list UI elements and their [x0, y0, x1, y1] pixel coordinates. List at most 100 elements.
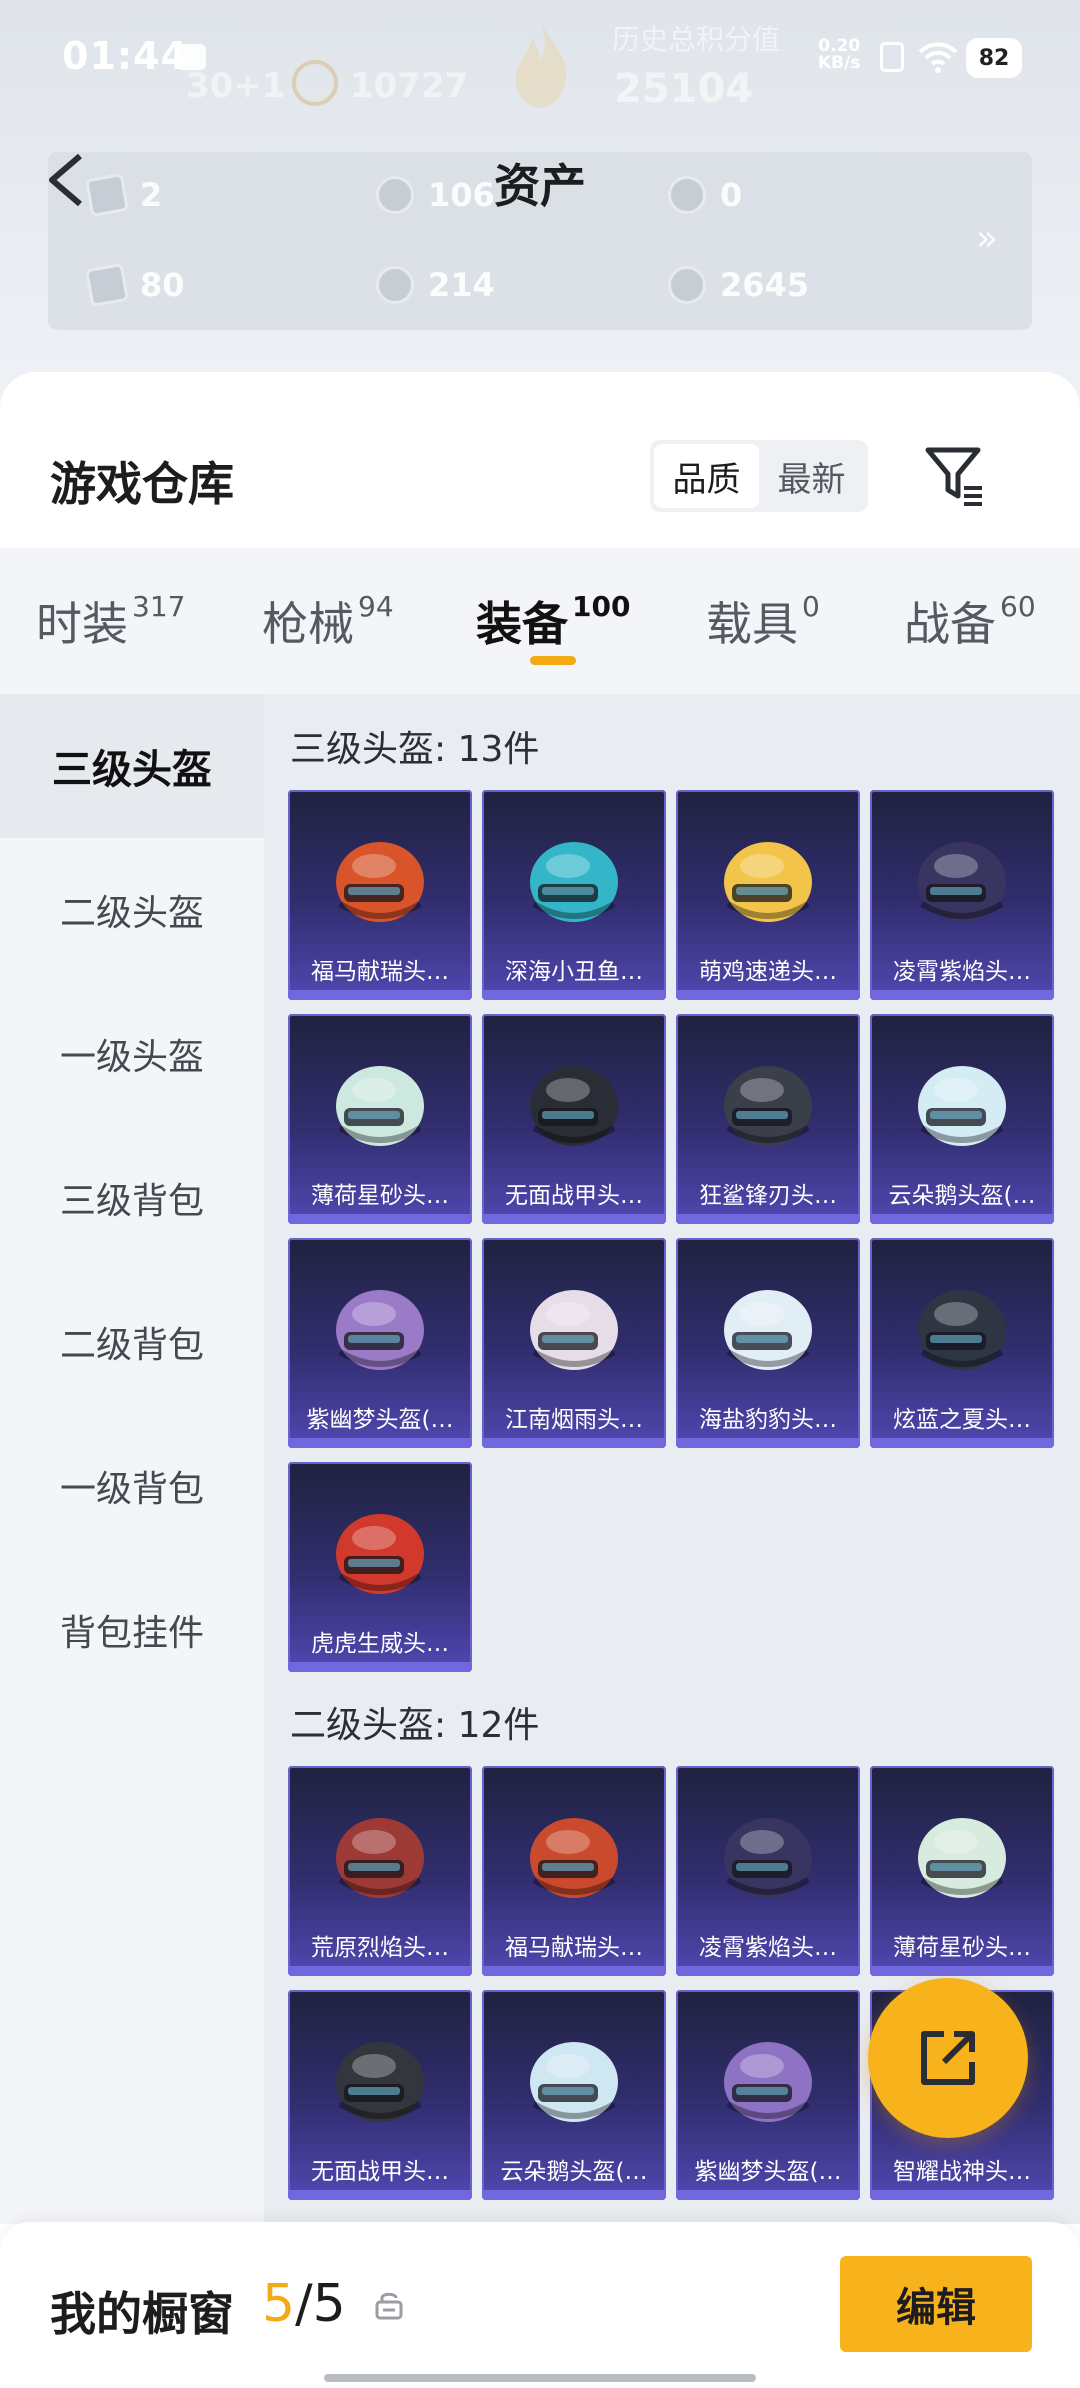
- showcase-separator: /: [295, 2274, 313, 2334]
- sidebar-item-level3-helmet[interactable]: 三级头盔: [0, 694, 264, 838]
- item-card[interactable]: 江南烟雨头…: [482, 1238, 666, 1448]
- item-card[interactable]: 薄荷星砂头…: [288, 1014, 472, 1224]
- edit-button[interactable]: 编辑: [840, 2256, 1032, 2352]
- tab-vehicles[interactable]: 载具 0: [706, 588, 820, 654]
- asset-value: 80: [140, 266, 185, 304]
- status-time: 01:44: [62, 34, 188, 78]
- helmet-icon: [918, 1290, 1006, 1370]
- tab-combat-gear[interactable]: 战备 60: [904, 588, 1036, 654]
- tab-label: 战备: [904, 597, 996, 651]
- item-name: 海盐豹豹头…: [699, 1407, 837, 1433]
- item-card[interactable]: 无面战甲头…: [482, 1014, 666, 1224]
- item-name: 江南烟雨头…: [505, 1407, 643, 1433]
- helmet-icon: [724, 2042, 812, 2122]
- item-card[interactable]: 福马献瑞头…: [288, 790, 472, 1000]
- item-card[interactable]: 无面战甲头…: [288, 1990, 472, 2200]
- item-card[interactable]: 深海小丑鱼…: [482, 790, 666, 1000]
- helmet-icon: [724, 1818, 812, 1898]
- tab-label: 枪械: [262, 597, 354, 651]
- item-name: 紫幽梦头盔(…: [694, 2159, 842, 2185]
- helmet-icon: [918, 842, 1006, 922]
- network-speed-unit: KB/s: [818, 53, 861, 73]
- item-card[interactable]: 狂鲨锋刃头…: [676, 1014, 860, 1224]
- tab-equipment[interactable]: 装备 100: [476, 588, 630, 654]
- asset-item: 2645: [668, 266, 809, 304]
- item-card[interactable]: 荒原烈焰头…: [288, 1766, 472, 1976]
- item-name: 智耀战神头…: [893, 2159, 1031, 2185]
- gold-coin-icon: [668, 266, 706, 304]
- share-button[interactable]: [868, 1978, 1028, 2138]
- item-card[interactable]: 虎虎生威头…: [288, 1462, 472, 1672]
- helmet-icon: [530, 842, 618, 922]
- asset-item: 214: [376, 266, 495, 304]
- item-card[interactable]: 紫幽梦头盔(…: [288, 1238, 472, 1448]
- tab-count: 94: [358, 590, 394, 623]
- item-name: 云朵鹅头盔(…: [500, 2159, 648, 2185]
- sort-quality-button[interactable]: 品质: [654, 444, 759, 508]
- sidebar-item-level3-backpack[interactable]: 三级背包: [0, 1126, 264, 1270]
- item-card[interactable]: 云朵鹅头盔(…: [482, 1990, 666, 2200]
- battery-indicator: 82: [966, 38, 1022, 78]
- section-title: 二级头盔: 12件: [290, 1705, 540, 1746]
- item-card[interactable]: 萌鸡速递头…: [676, 790, 860, 1000]
- showcase-label: 我的橱窗: [50, 2287, 234, 2341]
- item-card[interactable]: 紫幽梦头盔(…: [676, 1990, 860, 2200]
- item-name: 凌霄紫焰头…: [893, 959, 1031, 985]
- assets-more-icon[interactable]: »: [976, 218, 998, 259]
- helmet-icon: [724, 1290, 812, 1370]
- helmet-icon: [336, 1818, 424, 1898]
- helmet-icon: [918, 1818, 1006, 1898]
- item-card[interactable]: 云朵鹅头盔(…: [870, 1014, 1054, 1224]
- notification-icon: [176, 44, 206, 70]
- item-name: 萌鸡速递头…: [699, 959, 837, 985]
- item-name: 深海小丑鱼…: [505, 959, 643, 985]
- section-title: 三级头盔: 13件: [290, 729, 540, 770]
- asset-item: 80: [84, 262, 185, 308]
- sidebar-item-level2-backpack[interactable]: 二级背包: [0, 1270, 264, 1414]
- item-card[interactable]: 凌霄紫焰头…: [870, 790, 1054, 1000]
- item-name: 福马献瑞头…: [311, 959, 449, 985]
- tab-weapons[interactable]: 枪械 94: [262, 588, 394, 654]
- tab-fashion[interactable]: 时装 317: [36, 588, 185, 654]
- sidebar-item-level1-helmet[interactable]: 一级头盔: [0, 982, 264, 1126]
- filter-icon: [925, 447, 982, 506]
- sidebar-item-level2-helmet[interactable]: 二级头盔: [0, 838, 264, 982]
- asset-value: 214: [428, 266, 495, 304]
- tab-label: 载具: [706, 597, 798, 651]
- item-card[interactable]: 海盐豹豹头…: [676, 1238, 860, 1448]
- item-name: 炫蓝之夏头…: [893, 1407, 1031, 1433]
- item-card[interactable]: 炫蓝之夏头…: [870, 1238, 1054, 1448]
- page-title: 资产: [494, 159, 586, 213]
- share-icon: [921, 2031, 975, 2085]
- helmet-icon: [336, 2042, 424, 2122]
- warehouse-title: 游戏仓库: [50, 457, 234, 511]
- item-name: 狂鲨锋刃头…: [699, 1183, 837, 1209]
- helmet-icon: [336, 1066, 424, 1146]
- item-name: 荒原烈焰头…: [311, 1935, 449, 1961]
- filter-button[interactable]: [922, 442, 988, 508]
- helmet-icon: [724, 842, 812, 922]
- ticket-icon: [84, 262, 130, 308]
- item-name: 无面战甲头…: [311, 2159, 449, 2185]
- helmet-icon: [530, 2042, 618, 2122]
- sidebar-item-level1-backpack[interactable]: 一级背包: [0, 1414, 264, 1558]
- wifi-icon: [918, 42, 958, 73]
- sidebar-item-backpack-pendant[interactable]: 背包挂件: [0, 1558, 264, 1702]
- helmet-icon: [530, 1290, 618, 1370]
- asset-value: 2645: [720, 266, 810, 304]
- item-card[interactable]: 福马献瑞头…: [482, 1766, 666, 1976]
- home-indicator[interactable]: [324, 2374, 756, 2382]
- item-name: 虎虎生威头…: [311, 1631, 449, 1657]
- tab-count: 0: [802, 590, 820, 623]
- item-grid: 福马献瑞头… 深海小丑鱼… 萌鸡速递头… 凌霄紫焰头… 薄荷星砂头… 无面战甲头… 狂鲨锋刃…: [288, 790, 1054, 1672]
- sort-newest-button[interactable]: 最新: [759, 444, 864, 508]
- helmet-icon: [918, 1066, 1006, 1146]
- network-speed: 0.20 KB/s: [818, 38, 860, 72]
- item-name: 薄荷星砂头…: [893, 1935, 1031, 1961]
- status-bar: 01:44 0.20 KB/s 82: [0, 0, 1080, 120]
- item-card[interactable]: 薄荷星砂头…: [870, 1766, 1054, 1976]
- sort-toggle: 品质 最新: [650, 440, 868, 512]
- item-card[interactable]: 凌霄紫焰头…: [676, 1766, 860, 1976]
- helmet-icon: [530, 1818, 618, 1898]
- showcase-current: 5: [262, 2274, 296, 2334]
